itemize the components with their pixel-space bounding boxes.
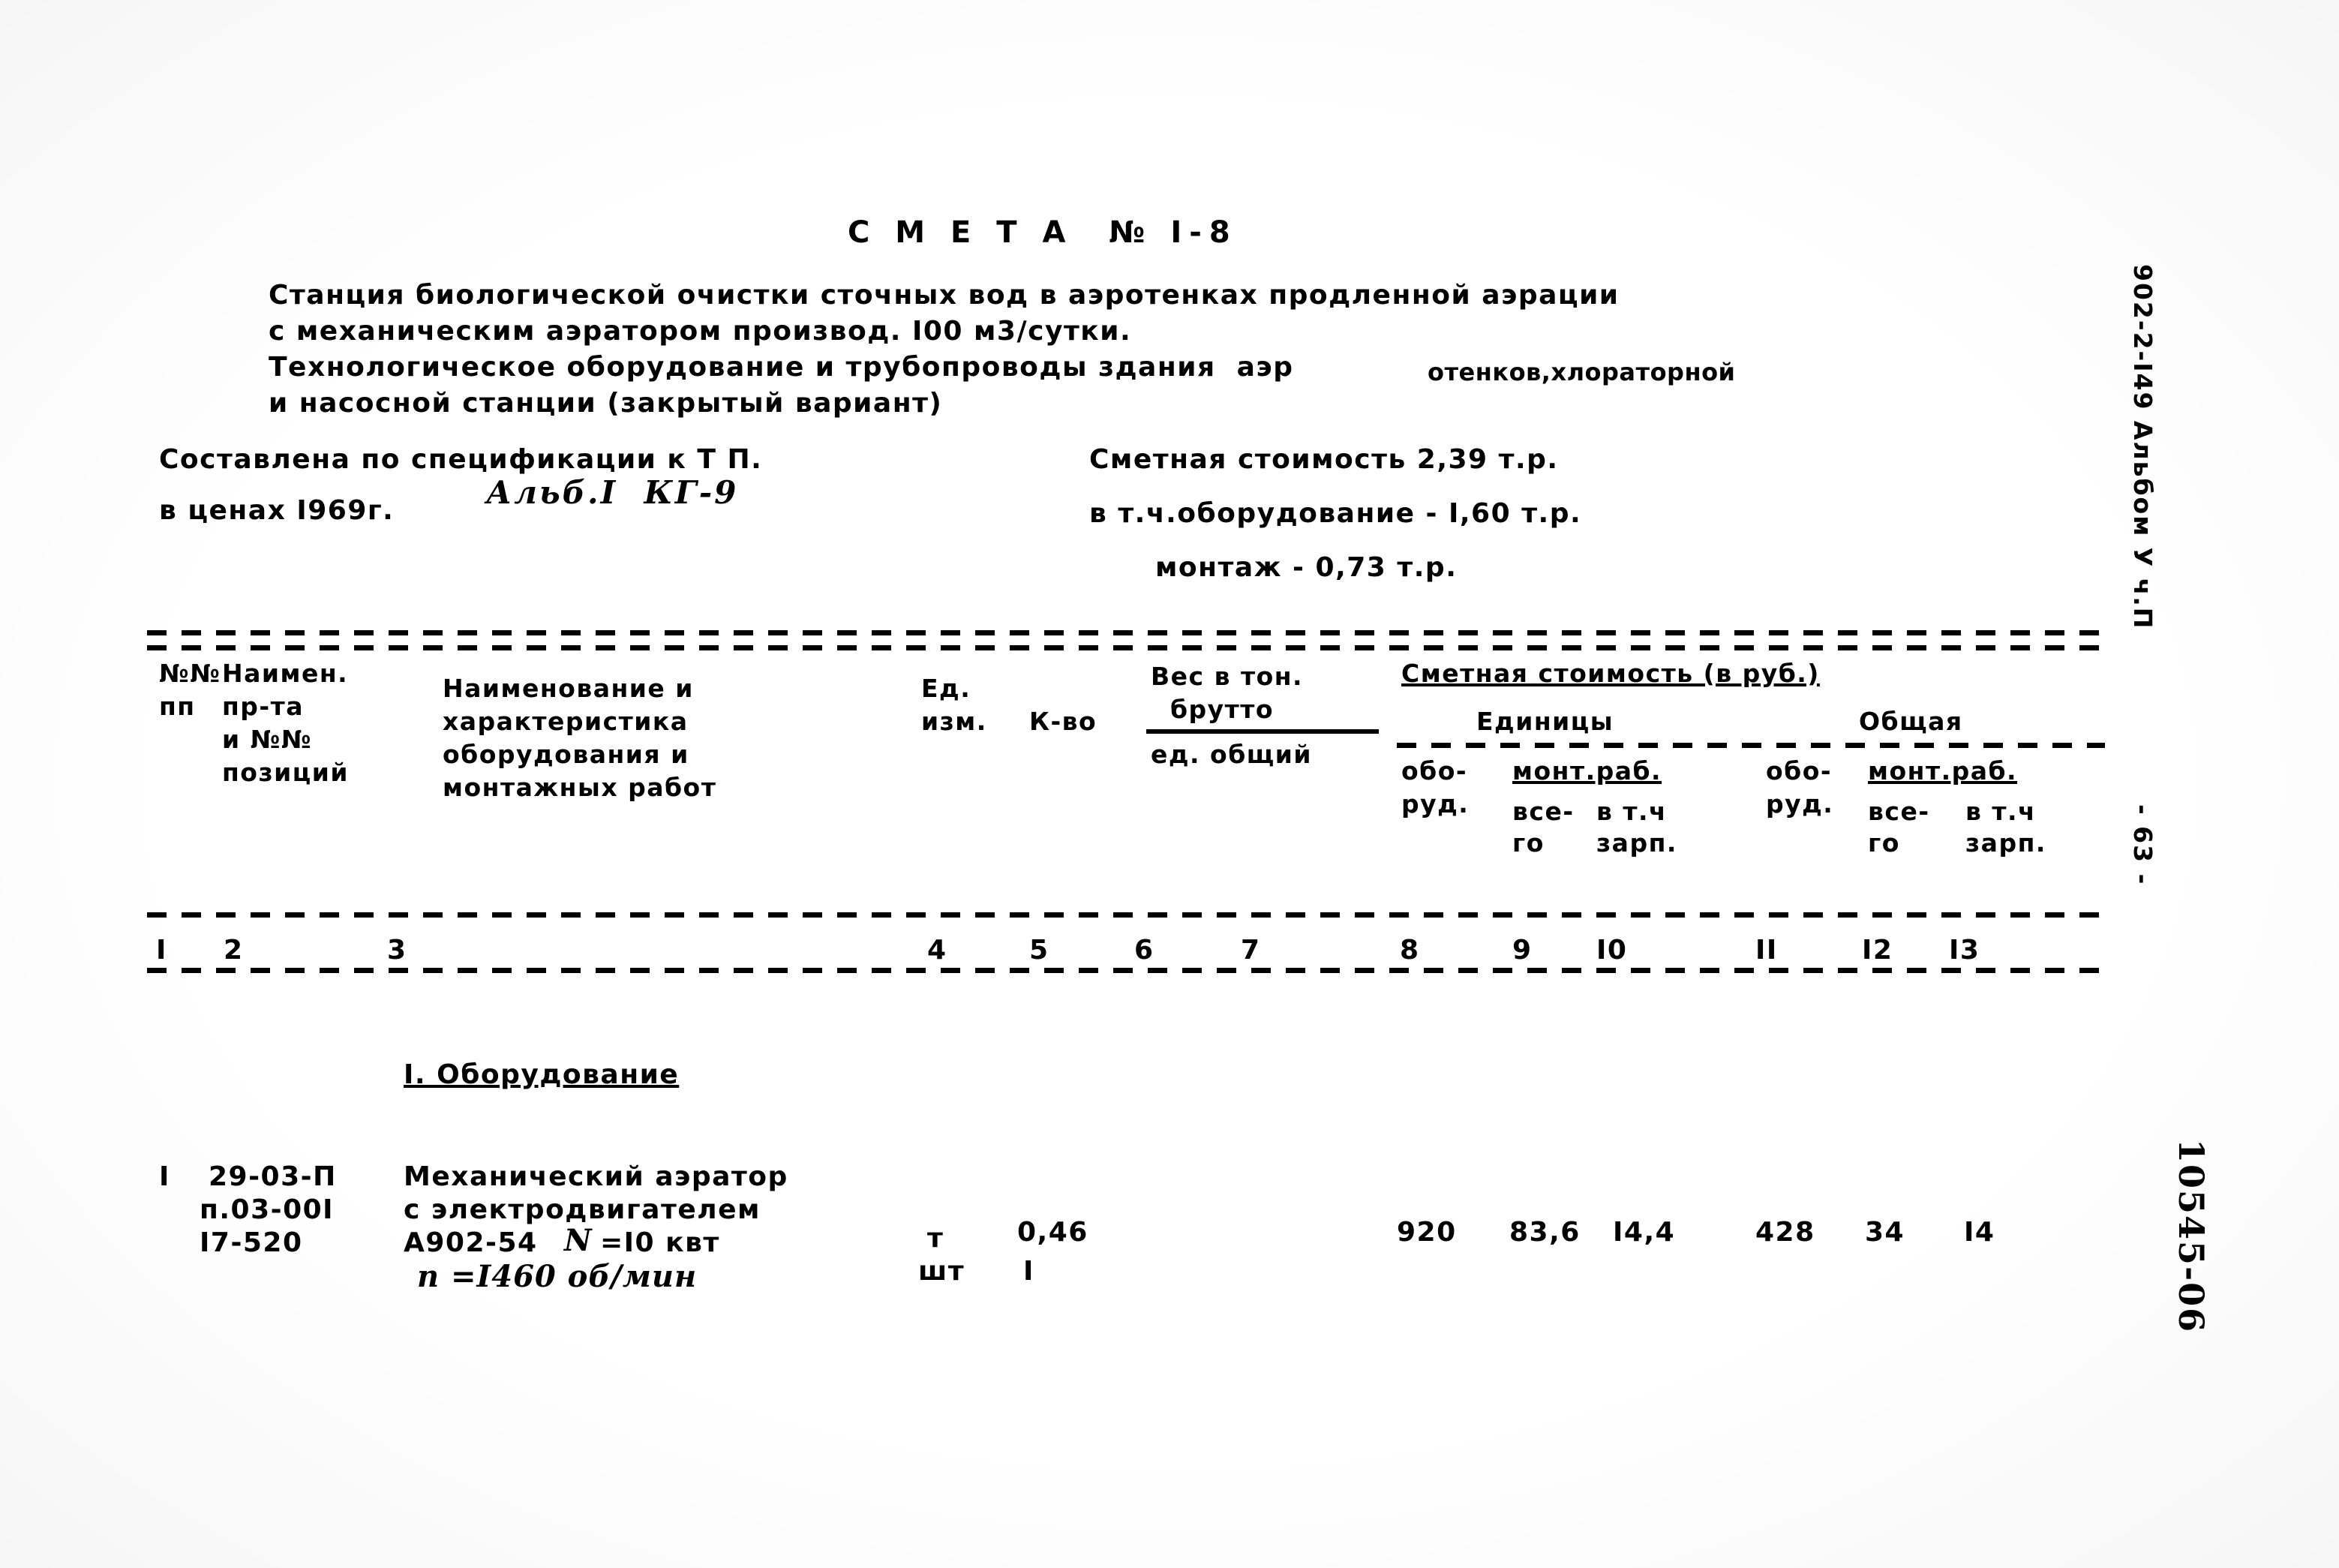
compiled-label: Составлена по спецификации к Т П. xyxy=(159,444,763,475)
th-col3-line2: характеристика xyxy=(443,707,689,736)
cost-equipment-summary: в т.ч.оборудование - I,60 т.р. xyxy=(1089,498,1582,529)
th-total-mont-line4: зарп. xyxy=(1965,828,2046,858)
margin-page-number: - 63 - xyxy=(2128,804,2157,886)
th-unit-mont-line3: го xyxy=(1512,828,1545,858)
album-handwritten-note: Альб.I КГ-9 xyxy=(486,474,739,511)
th-col1-line2: пп xyxy=(159,692,196,721)
row-1-name-line1: Механический аэратор xyxy=(404,1161,788,1192)
th-cost-unit: Единицы xyxy=(1476,707,1614,736)
description-line-3: Технологическое оборудование и трубопров… xyxy=(269,352,1294,383)
col-number-10: I0 xyxy=(1596,935,1628,966)
row-1-code-line2: п.03-00I xyxy=(200,1194,335,1225)
cost-installation-summary: монтаж - 0,73 т.р. xyxy=(1155,552,1458,583)
th-unit-mont-line2: в т.ч xyxy=(1596,797,1668,826)
scanned-document-page: С М Е Т А № I-8 Станция биологической оч… xyxy=(0,0,2339,1568)
th-col4-line1: Ед. xyxy=(921,674,971,703)
row-1-name-line2: с электродвигателем xyxy=(404,1194,761,1225)
row-1-unit-equip: 920 xyxy=(1397,1217,1457,1248)
row-1-code-line1: 29-03-П xyxy=(209,1161,337,1192)
col-number-3: 3 xyxy=(387,935,407,966)
cost-total-summary: Сметная стоимость 2,39 т.р. xyxy=(1089,444,1559,475)
row-1-name-line4-hand: n =I460 об/мин xyxy=(417,1259,698,1294)
row-1-code-line3: I7-520 xyxy=(200,1227,303,1258)
col-number-13: I3 xyxy=(1949,935,1980,966)
th-unit-equip-line2: руд. xyxy=(1401,789,1470,819)
row-1-name-line3-hand-symbol: N xyxy=(564,1223,592,1258)
col-number-2: 2 xyxy=(224,935,244,966)
th-col2-line1: Наимен. xyxy=(222,659,349,688)
row-1-name-line3-tail: =I0 квт xyxy=(600,1227,720,1258)
table-top-rule xyxy=(147,630,2105,635)
description-line-2: с механическим аэратором производ. I00 м… xyxy=(269,316,1132,347)
row-1-total-mont-zarp: I4 xyxy=(1964,1217,1995,1248)
col-number-11: II xyxy=(1755,935,1778,966)
th-cost-subrule xyxy=(1397,743,2105,748)
th-col2-line4: позиций xyxy=(222,758,349,787)
th-col6-line1: Вес в тон. xyxy=(1151,662,1304,691)
th-total-mont-line3: го xyxy=(1868,828,1900,858)
th-unit-mont-line1: все- xyxy=(1512,797,1575,826)
th-unit-mont-title: монт.раб. xyxy=(1512,756,1662,786)
row-1-total-mont-all: 34 xyxy=(1865,1217,1905,1248)
margin-project-code: 902-2-I49 Альбом У ч.П xyxy=(2128,264,2157,630)
th-total-equip-line2: руд. xyxy=(1766,789,1834,819)
col-number-8: 8 xyxy=(1400,935,1420,966)
description-line-4: и насосной станции (закрытый вариант) xyxy=(269,388,943,419)
table-header-bottom-rule xyxy=(147,912,2105,918)
col-number-1: I xyxy=(156,935,167,966)
row-1-name-line3: А902-54 xyxy=(404,1227,538,1258)
col-number-12: I2 xyxy=(1862,935,1893,966)
th-total-mont-line2: в т.ч xyxy=(1965,797,2037,826)
th-col2-line2: пр-та xyxy=(222,692,305,721)
section-title-equipment: I. Оборудование xyxy=(404,1059,680,1090)
row-1-qty-line1: 0,46 xyxy=(1017,1217,1088,1248)
th-col5: К-во xyxy=(1029,707,1097,736)
margin-archive-stamp: 10545-06 xyxy=(2171,1139,2211,1334)
table-top-rule-2 xyxy=(147,645,2105,650)
th-col3-line1: Наименование и xyxy=(443,674,694,703)
th-col3-line3: оборудования и xyxy=(443,740,689,769)
th-total-mont-title: монт.раб. xyxy=(1868,756,2018,786)
th-col2-line3: и №№ xyxy=(222,725,313,754)
th-col4-line2: изм. xyxy=(921,707,987,736)
row-1-unit-line2: шт xyxy=(918,1256,965,1287)
description-line-1: Станция биологической очистки сточных во… xyxy=(269,280,1620,311)
column-numbers-bottom-rule xyxy=(147,968,2105,973)
th-unit-equip-line1: обо- xyxy=(1401,756,1468,786)
th-cost-group: Сметная стоимость (в руб.) xyxy=(1401,659,1820,688)
th-col6-divider xyxy=(1146,729,1379,734)
row-1-unit-mont-all: 83,6 xyxy=(1509,1217,1581,1248)
row-1-number: I xyxy=(159,1161,170,1192)
row-1-total-equip: 428 xyxy=(1755,1217,1815,1248)
prices-label: в ценах I969г. xyxy=(159,495,395,526)
col-number-9: 9 xyxy=(1512,935,1533,966)
col-number-5: 5 xyxy=(1029,935,1049,966)
th-col3-line4: монтажных работ xyxy=(443,773,717,802)
th-col6-line3: ед. общий xyxy=(1151,740,1312,769)
col-number-4: 4 xyxy=(927,935,947,966)
page-title: С М Е Т А № I-8 xyxy=(848,215,1238,250)
col-number-6: 6 xyxy=(1134,935,1154,966)
th-total-equip-line1: обо- xyxy=(1766,756,1833,786)
row-1-qty-line2: I xyxy=(1023,1256,1034,1287)
th-unit-mont-line4: зарп. xyxy=(1596,828,1677,858)
th-cost-total: Общая xyxy=(1859,707,1963,736)
row-1-unit-line1: т xyxy=(927,1223,944,1254)
row-1-unit-mont-zarp: I4,4 xyxy=(1613,1217,1676,1248)
th-col6-line2: брутто xyxy=(1170,695,1275,724)
description-overtype-insert: отенков,хлораторной xyxy=(1428,358,1736,386)
col-number-7: 7 xyxy=(1241,935,1261,966)
th-total-mont-line1: все- xyxy=(1868,797,1930,826)
th-col1-line1: №№ xyxy=(159,659,221,688)
